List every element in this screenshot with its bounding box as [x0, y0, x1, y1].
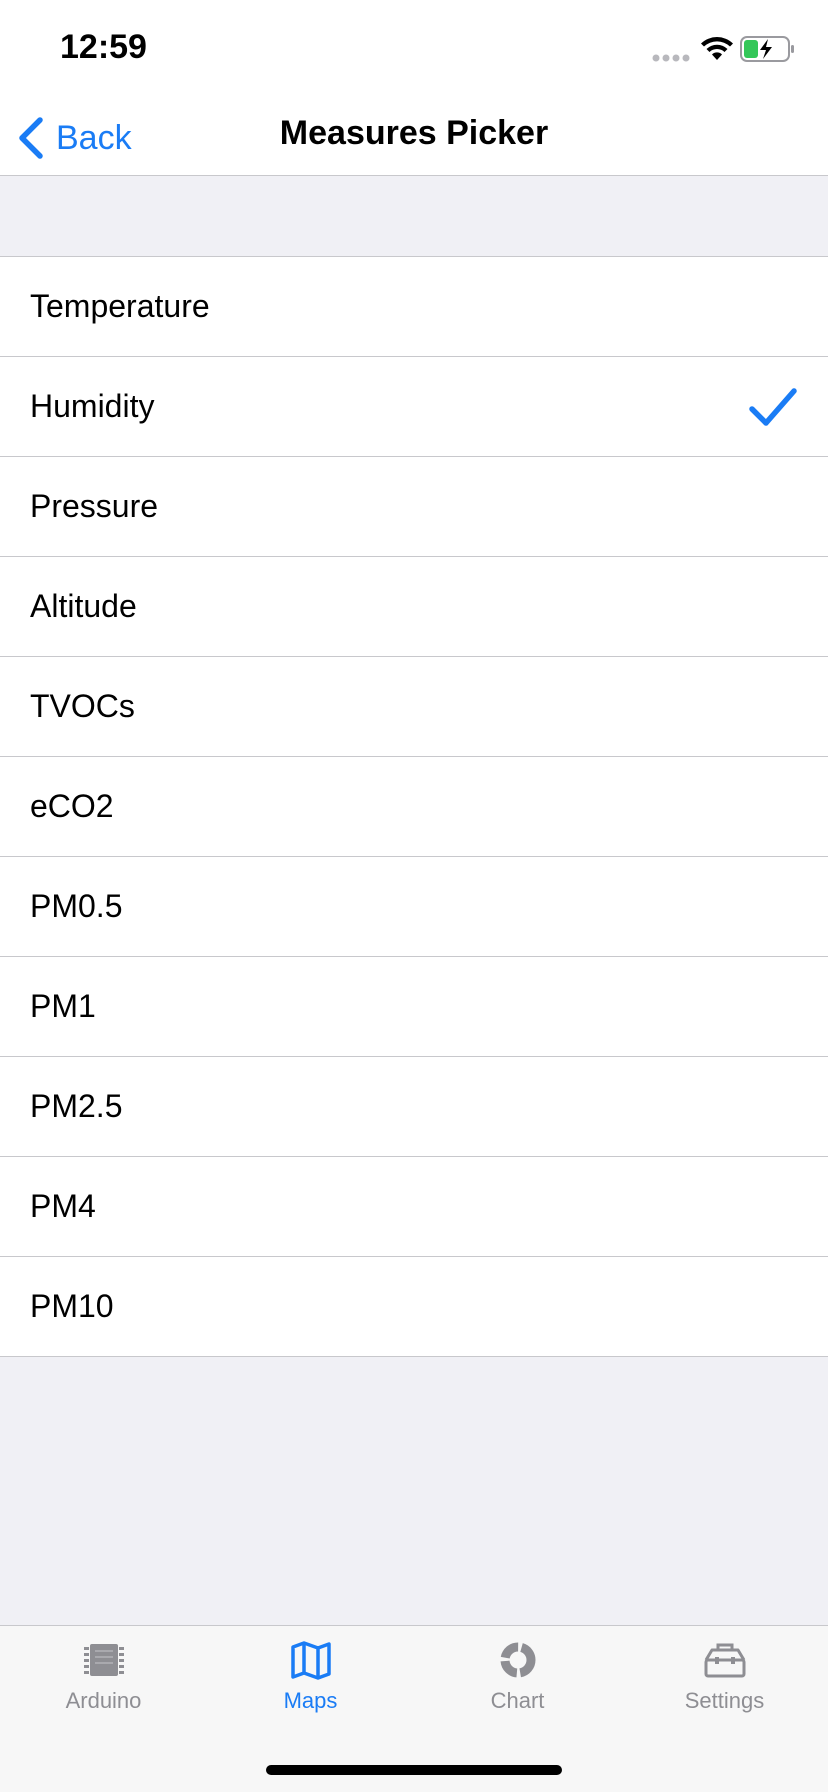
donut-chart-icon: [500, 1642, 535, 1678]
status-time: 12:59: [60, 28, 147, 66]
list-item-pm0-5[interactable]: PM0.5: [0, 857, 828, 957]
list-item-pm4[interactable]: PM4: [0, 1157, 828, 1257]
list-item-label: TVOCs: [30, 688, 135, 724]
tab-label: Arduino: [65, 1688, 142, 1713]
list-item-label: PM1: [30, 988, 96, 1024]
tab-label: Maps: [283, 1688, 338, 1713]
list-item-pm2-5[interactable]: PM2.5: [0, 1057, 828, 1157]
navigation-bar: Back Measures Picker: [0, 100, 828, 176]
measures-list: Temperature Humidity Pressure Altitude T…: [0, 256, 828, 1357]
tab-arduino[interactable]: Arduino: [0, 1626, 207, 1736]
tab-chart[interactable]: Chart: [414, 1626, 621, 1736]
page-title: Measures Picker: [279, 114, 549, 152]
list-item-label: Temperature: [30, 288, 210, 324]
list-item-label: PM2.5: [30, 1088, 123, 1124]
list-item-label: PM0.5: [30, 888, 123, 924]
tab-label: Settings: [684, 1688, 765, 1713]
list-item-humidity[interactable]: Humidity: [0, 357, 828, 457]
list-item-label: Humidity: [30, 388, 155, 424]
list-item-altitude[interactable]: Altitude: [0, 557, 828, 657]
status-bar: 12:59: [0, 0, 828, 100]
list-item-tvocs[interactable]: TVOCs: [0, 657, 828, 757]
list-item-pressure[interactable]: Pressure: [0, 457, 828, 557]
list-item-label: Pressure: [30, 488, 159, 524]
list-item-temperature[interactable]: Temperature: [0, 257, 828, 357]
screen: 12:59 Back Measures Picker Temperature H…: [0, 0, 828, 1792]
cellular-signal-icon: [652, 54, 690, 62]
list-item-label: PM10: [30, 1288, 114, 1324]
checkmark-icon: [749, 388, 797, 426]
list-item-eco2[interactable]: eCO2: [0, 757, 828, 857]
home-indicator[interactable]: [266, 1765, 562, 1775]
chip-icon: [83, 1644, 124, 1676]
list-item-pm10[interactable]: PM10: [0, 1257, 828, 1357]
tab-label: Chart: [490, 1688, 545, 1713]
list-item-label: Altitude: [30, 588, 137, 624]
toolbox-icon: [704, 1643, 745, 1678]
list-item-label: PM4: [30, 1188, 96, 1224]
wifi-icon: [701, 37, 733, 60]
list-item-label: eCO2: [30, 788, 114, 824]
battery-charging-icon: [740, 36, 794, 62]
tab-settings[interactable]: Settings: [621, 1626, 828, 1736]
tab-maps[interactable]: Maps: [207, 1626, 414, 1736]
map-icon: [290, 1641, 331, 1680]
list-item-pm1[interactable]: PM1: [0, 957, 828, 1057]
